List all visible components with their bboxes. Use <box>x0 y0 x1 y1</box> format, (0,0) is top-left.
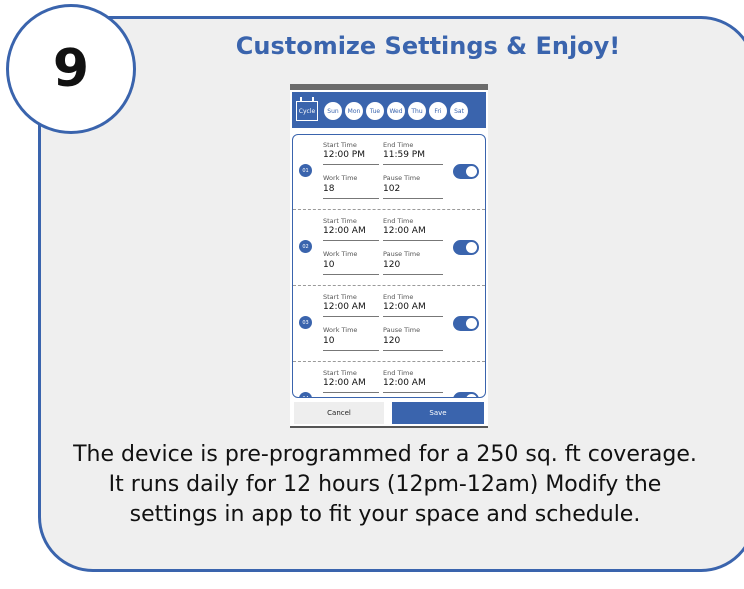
end-time-field[interactable]: 12:00 AM <box>383 302 426 312</box>
work-time-field[interactable]: 18 <box>323 184 334 194</box>
step-description: The device is pre-programmed for a 250 s… <box>73 442 697 527</box>
end-time-field[interactable]: 12:00 AM <box>383 226 426 236</box>
start-time-label: Start Time <box>323 217 357 225</box>
end-time-label: End Time <box>383 293 414 301</box>
cancel-button[interactable]: Cancel <box>294 402 384 424</box>
toggle-knob <box>466 394 477 397</box>
end-time-label: End Time <box>383 141 414 149</box>
work-time-field[interactable]: 10 <box>323 260 334 270</box>
day-chip-wed[interactable]: Wed <box>387 102 405 120</box>
schedule-toggle[interactable] <box>453 240 479 255</box>
day-chip-fri[interactable]: Fri <box>429 102 447 120</box>
day-chip-thu[interactable]: Thu <box>408 102 426 120</box>
work-time-label: Work Time <box>323 250 358 258</box>
end-time-field[interactable]: 11:59 PM <box>383 150 425 160</box>
toggle-knob <box>466 318 477 329</box>
day-chip-tue[interactable]: Tue <box>366 102 384 120</box>
schedule-row: 02 Start Time 12:00 AM End Time 12:00 AM… <box>293 211 485 289</box>
start-time-label: Start Time <box>323 369 357 377</box>
work-time-field[interactable]: 10 <box>323 336 334 346</box>
start-time-label: Start Time <box>323 293 357 301</box>
step-number-badge: 9 <box>6 4 136 134</box>
pause-time-field[interactable]: 102 <box>383 184 400 194</box>
pause-time-label: Pause Time <box>383 250 421 258</box>
schedule-list[interactable]: 01 Start Time 12:00 PM End Time 11:59 PM… <box>292 134 486 398</box>
schedule-toggle[interactable] <box>453 164 479 179</box>
toggle-knob <box>466 166 477 177</box>
start-time-field[interactable]: 12:00 AM <box>323 378 366 388</box>
pause-time-label: Pause Time <box>383 326 421 334</box>
step-number: 9 <box>52 39 90 99</box>
day-chip-sun[interactable]: Sun <box>324 102 342 120</box>
pause-time-field[interactable]: 120 <box>383 336 400 346</box>
step-title: Customize Settings & Enjoy! <box>235 32 621 60</box>
end-time-label: End Time <box>383 217 414 225</box>
start-time-label: Start Time <box>323 141 357 149</box>
work-time-label: Work Time <box>323 326 358 334</box>
pause-time-field[interactable]: 120 <box>383 260 400 270</box>
end-time-label: End Time <box>383 369 414 377</box>
cycle-button[interactable]: Cycle <box>296 101 318 121</box>
schedule-row: 01 Start Time 12:00 PM End Time 11:59 PM… <box>293 135 485 213</box>
save-button[interactable]: Save <box>392 402 484 424</box>
status-bar <box>290 84 488 90</box>
pause-time-label: Pause Time <box>383 174 421 182</box>
row-divider <box>293 285 485 286</box>
row-divider <box>293 209 485 210</box>
row-divider <box>293 361 485 362</box>
row-number-badge: 02 <box>299 240 312 253</box>
day-chip-mon[interactable]: Mon <box>345 102 363 120</box>
start-time-field[interactable]: 12:00 PM <box>323 150 365 160</box>
row-number-badge: 04 <box>299 392 312 397</box>
schedule-toggle[interactable] <box>453 392 479 397</box>
app-screenshot: Cycle Sun Mon Tue Wed Thu Fri Sat 01 Sta… <box>290 84 488 428</box>
screenshot-bottom-edge <box>290 426 488 428</box>
toggle-knob <box>466 242 477 253</box>
end-time-field[interactable]: 12:00 AM <box>383 378 426 388</box>
day-chip-sat[interactable]: Sat <box>450 102 468 120</box>
row-number-badge: 03 <box>299 316 312 329</box>
schedule-row: 03 Start Time 12:00 AM End Time 12:00 AM… <box>293 287 485 365</box>
schedule-toggle[interactable] <box>453 316 479 331</box>
row-number-badge: 01 <box>299 164 312 177</box>
schedule-row: 04 Start Time 12:00 AM End Time 12:00 AM <box>293 363 485 397</box>
work-time-label: Work Time <box>323 174 358 182</box>
start-time-field[interactable]: 12:00 AM <box>323 302 366 312</box>
start-time-field[interactable]: 12:00 AM <box>323 226 366 236</box>
day-selector-bar: Cycle Sun Mon Tue Wed Thu Fri Sat <box>292 92 486 128</box>
